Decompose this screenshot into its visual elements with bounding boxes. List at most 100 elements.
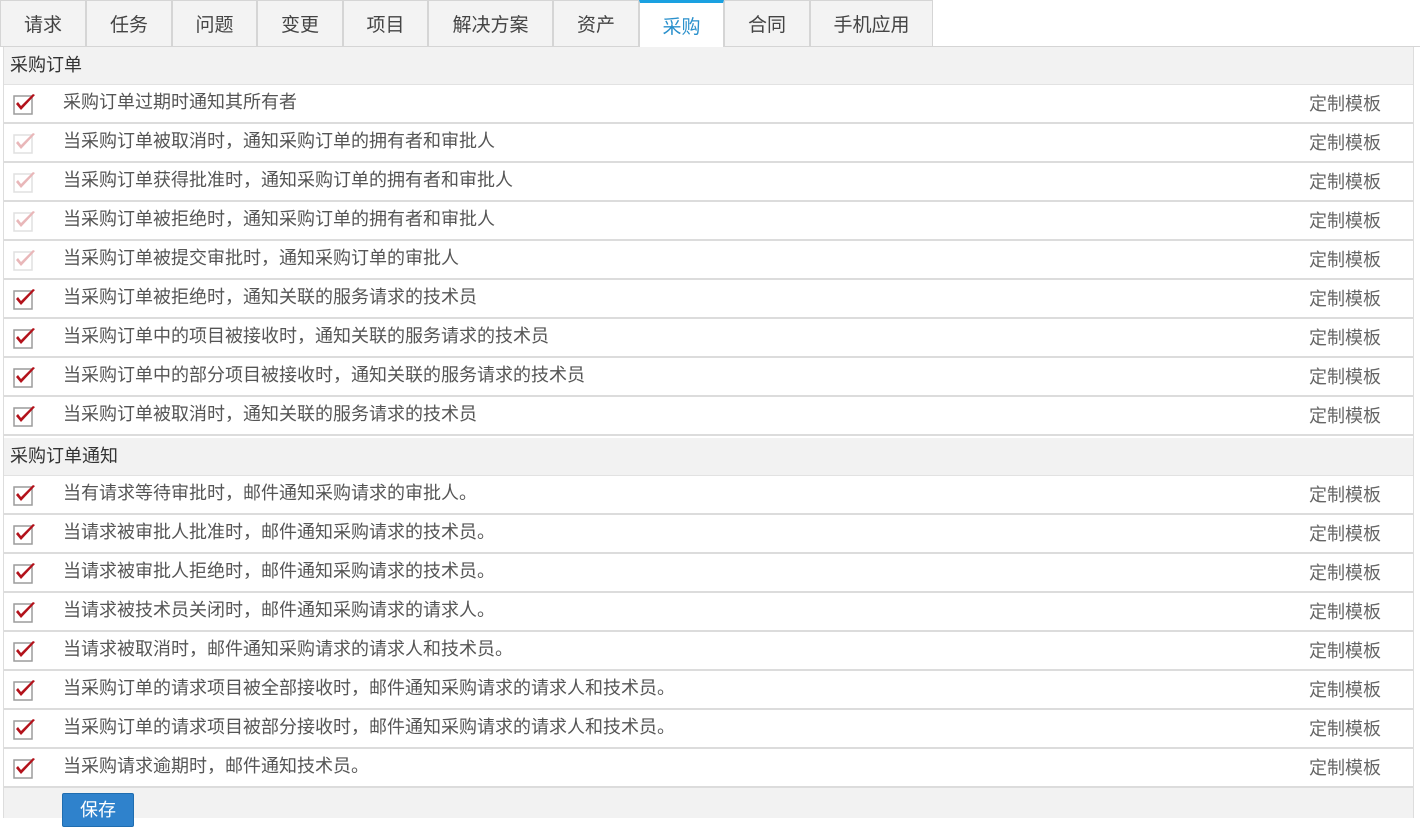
customize-template-link[interactable]: 定制模板 [1309,397,1381,434]
section-header: 采购订单 [4,47,1413,85]
checkbox-checked[interactable] [13,484,37,506]
check-icon [13,524,35,545]
customize-template-link[interactable]: 定制模板 [1309,124,1381,161]
checkbox-checked-disabled [13,249,37,271]
tab-label: 问题 [195,14,234,36]
customize-template-link[interactable]: 定制模板 [1309,241,1381,278]
notification-label: 当有请求等待审批时，邮件通知采购请求的审批人。 [63,483,477,504]
customize-template-link[interactable]: 定制模板 [1309,358,1381,395]
notification-label: 当请求被审批人批准时，邮件通知采购请求的技术员。 [63,522,495,543]
check-icon [13,406,35,427]
checkbox-checked[interactable] [13,718,37,740]
tab-label: 采购 [662,15,701,38]
customize-template-link[interactable]: 定制模板 [1309,163,1381,200]
check-icon [13,289,35,310]
check-icon [13,485,35,506]
notification-row: 采购订单过期时通知其所有者 定制模板 [4,85,1413,124]
tab-8[interactable]: 采购 [639,0,724,47]
customize-template-link[interactable]: 定制模板 [1309,671,1381,708]
tab-5[interactable]: 项目 [343,0,428,46]
customize-template-link[interactable]: 定制模板 [1309,632,1381,669]
checkbox-checked[interactable] [13,288,37,310]
notification-row: 当采购订单被提交审批时，通知采购订单的审批人 定制模板 [4,241,1413,280]
checkbox-checked[interactable] [13,405,37,427]
customize-template-link[interactable]: 定制模板 [1309,476,1381,513]
notification-label: 采购订单过期时通知其所有者 [63,92,297,113]
notification-row: 当采购请求逾期时，邮件通知技术员。 定制模板 [4,749,1413,788]
check-icon [13,563,35,584]
check-icon [13,758,35,779]
check-icon [13,133,35,154]
checkbox-checked[interactable] [13,679,37,701]
customize-template-link[interactable]: 定制模板 [1309,280,1381,317]
check-icon [13,719,35,740]
tab-label: 变更 [280,14,319,36]
notification-label: 当采购订单中的部分项目被接收时，通知关联的服务请求的技术员 [63,365,585,386]
notification-row: 当请求被审批人拒绝时，邮件通知采购请求的技术员。 定制模板 [4,554,1413,593]
customize-template-link[interactable]: 定制模板 [1309,710,1381,747]
notification-label: 当采购订单被提交审批时，通知采购订单的审批人 [63,248,459,269]
customize-template-link[interactable]: 定制模板 [1309,85,1381,122]
customize-template-link[interactable]: 定制模板 [1309,554,1381,591]
save-button[interactable]: 保存 [62,793,134,827]
checkbox-checked-disabled [13,132,37,154]
tab-4[interactable]: 变更 [257,0,343,46]
tab-9[interactable]: 合同 [724,0,810,46]
checkbox-checked[interactable] [13,601,37,623]
check-icon [13,680,35,701]
checkbox-checked[interactable] [13,640,37,662]
notification-label: 当采购订单的请求项目被全部接收时，邮件通知采购请求的请求人和技术员。 [63,678,675,699]
tab-label: 解决方案 [452,14,529,36]
customize-template-link[interactable]: 定制模板 [1309,749,1381,786]
checkbox-checked[interactable] [13,366,37,388]
notification-row: 当采购订单的请求项目被全部接收时，邮件通知采购请求的请求人和技术员。 定制模板 [4,671,1413,710]
check-icon [13,250,35,271]
section-header: 采购订单通知 [4,438,1413,476]
tab-6[interactable]: 解决方案 [428,0,553,46]
notification-label: 当请求被技术员关闭时，邮件通知采购请求的请求人。 [63,600,495,621]
notification-label: 当采购订单被取消时，通知采购订单的拥有者和审批人 [63,131,495,152]
check-icon [13,328,35,349]
check-icon [13,602,35,623]
check-icon [13,172,35,193]
checkbox-checked[interactable] [13,562,37,584]
notification-row: 当采购订单被取消时，通知采购订单的拥有者和审批人 定制模板 [4,124,1413,163]
tab-10[interactable]: 手机应用 [810,0,933,46]
customize-template-link[interactable]: 定制模板 [1309,319,1381,356]
notification-label: 当采购请求逾期时，邮件通知技术员。 [63,756,369,777]
checkbox-checked[interactable] [13,757,37,779]
notification-label: 当请求被取消时，邮件通知采购请求的请求人和技术员。 [63,639,513,660]
tab-bar: 请求 任务 问题 变更 项目 解决方案 资产 采购 合同 手机应用 [0,0,1420,47]
notification-row: 当采购订单被取消时，通知关联的服务请求的技术员 定制模板 [4,397,1413,436]
checkbox-checked[interactable] [13,93,37,115]
checkbox-checked-disabled [13,171,37,193]
notification-label: 当采购订单被拒绝时，通知采购订单的拥有者和审批人 [63,209,495,230]
notification-label: 当采购订单的请求项目被部分接收时，邮件通知采购请求的请求人和技术员。 [63,717,675,738]
customize-template-link[interactable]: 定制模板 [1309,202,1381,239]
check-icon [13,211,35,232]
tab-label: 项目 [366,14,405,36]
check-icon [13,641,35,662]
notification-row: 当采购订单被拒绝时，通知采购订单的拥有者和审批人 定制模板 [4,202,1413,241]
notification-row: 当采购订单被拒绝时，通知关联的服务请求的技术员 定制模板 [4,280,1413,319]
checkbox-checked[interactable] [13,523,37,545]
customize-template-link[interactable]: 定制模板 [1309,515,1381,552]
check-icon [13,94,35,115]
tab-7[interactable]: 资产 [553,0,639,46]
notification-row: 当采购订单中的部分项目被接收时，通知关联的服务请求的技术员 定制模板 [4,358,1413,397]
checkbox-checked-disabled [13,210,37,232]
check-icon [13,367,35,388]
notification-row: 当采购订单的请求项目被部分接收时，邮件通知采购请求的请求人和技术员。 定制模板 [4,710,1413,749]
tab-label: 任务 [109,14,148,36]
tab-label: 资产 [576,14,615,36]
tab-1[interactable]: 请求 [0,0,86,46]
checkbox-checked[interactable] [13,327,37,349]
notification-row: 当请求被技术员关闭时，邮件通知采购请求的请求人。 定制模板 [4,593,1413,632]
notification-row: 当有请求等待审批时，邮件通知采购请求的审批人。 定制模板 [4,476,1413,515]
tab-label: 请求 [23,14,62,36]
notification-row: 当采购订单获得批准时，通知采购订单的拥有者和审批人 定制模板 [4,163,1413,202]
tab-label: 手机应用 [833,14,910,36]
tab-3[interactable]: 问题 [172,0,257,46]
customize-template-link[interactable]: 定制模板 [1309,593,1381,630]
tab-2[interactable]: 任务 [86,0,172,46]
